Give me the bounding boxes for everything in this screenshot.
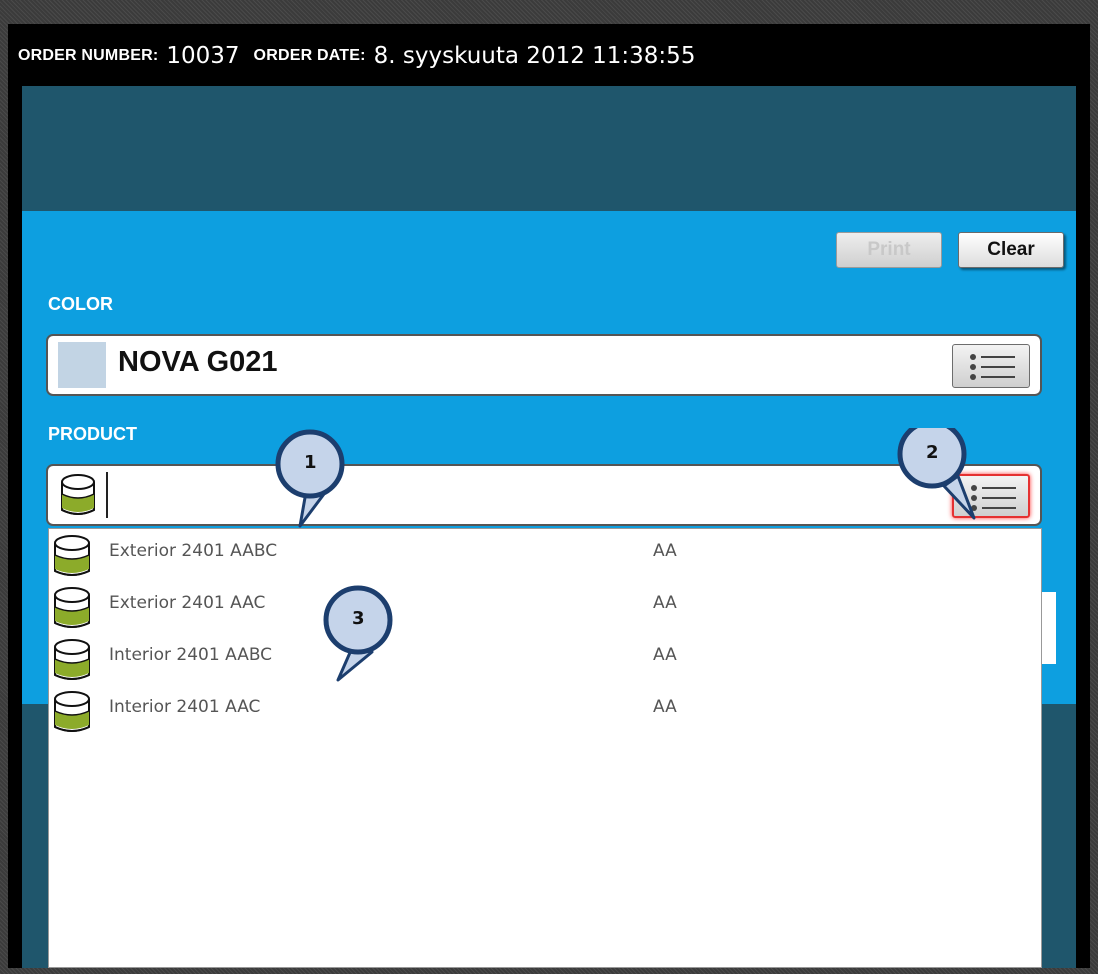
paint-can-icon: [54, 535, 90, 576]
product-input[interactable]: [106, 472, 816, 518]
product-dropdown: Exterior 2401 AABC AA Exterior 2401 AAC …: [48, 528, 1042, 968]
product-code: AA: [653, 593, 677, 613]
paint-can-icon: [61, 474, 95, 515]
paint-can-icon: [54, 691, 90, 732]
callout-bubble-shape: [897, 419, 976, 520]
product-name: Exterior 2401 AAC: [109, 593, 266, 613]
list-icon: [970, 354, 1015, 380]
color-value: NOVA G021: [118, 346, 278, 378]
order-header: ORDER NUMBER: 10037 ORDER DATE: 8. syysk…: [8, 24, 1090, 88]
callout-marker-3: 3: [318, 584, 408, 698]
list-item[interactable]: Exterior 2401 AABC AA: [49, 529, 1041, 579]
color-field[interactable]: NOVA G021: [46, 334, 1042, 396]
callout-number: 1: [304, 452, 317, 473]
paint-can-icon: [54, 639, 90, 680]
clear-button[interactable]: Clear: [958, 232, 1064, 268]
product-code: AA: [653, 541, 677, 561]
print-button[interactable]: Print: [836, 232, 942, 268]
hidden-field-edge: [1042, 592, 1056, 664]
product-name: Exterior 2401 AABC: [109, 541, 278, 561]
callout-bubble-shape: [323, 585, 393, 682]
list-item[interactable]: Exterior 2401 AAC AA: [49, 581, 1041, 631]
product-label: PRODUCT: [48, 424, 137, 444]
color-list-button[interactable]: [952, 344, 1030, 388]
color-swatch: [58, 342, 106, 388]
callout-marker-1: 1: [270, 428, 360, 536]
color-label: COLOR: [48, 294, 113, 314]
order-number: 10037: [166, 43, 240, 69]
order-date: 8. syyskuuta 2012 11:38:55: [373, 43, 696, 69]
callout-bubble-shape: [275, 429, 345, 528]
top-band: [22, 86, 1076, 212]
callout-number: 2: [926, 442, 939, 463]
product-code: AA: [653, 645, 677, 665]
product-name: Interior 2401 AABC: [109, 645, 273, 665]
callout-number: 3: [352, 608, 365, 629]
app-window: ORDER NUMBER: 10037 ORDER DATE: 8. syysk…: [8, 24, 1090, 968]
paint-can-icon: [54, 587, 90, 628]
order-number-label: ORDER NUMBER:: [18, 47, 159, 64]
callout-marker-2: 2: [892, 419, 992, 536]
list-item[interactable]: Interior 2401 AABC AA: [49, 633, 1041, 683]
product-name: Interior 2401 AAC: [109, 697, 261, 717]
product-code: AA: [653, 697, 677, 717]
order-date-label: ORDER DATE:: [253, 47, 366, 64]
list-item[interactable]: Interior 2401 AAC AA: [49, 685, 1041, 735]
